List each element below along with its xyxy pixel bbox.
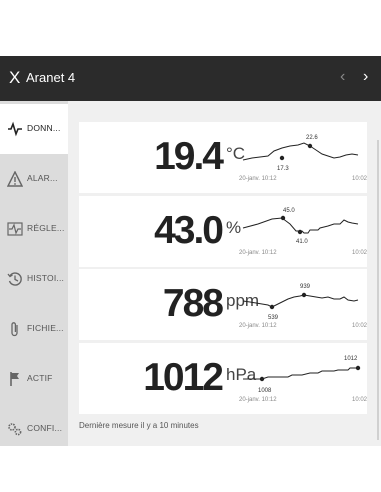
previous-button[interactable]: ‹ [340,68,345,86]
humidity-card[interactable]: 43.0 % 45.0 41.0 20-janv. 10:12 10:02 [79,196,367,267]
paperclip-icon [7,321,23,337]
sidebar: DONN... ALAR... RÉGLE... HISTOI... FICHI… [0,101,68,446]
co2-time-start: 20-janv. 10:12 [239,323,277,329]
sidebar-item-history[interactable]: HISTOI... [0,254,68,304]
temperature-max-label: 22.6 [306,135,318,141]
pressure-min-label: 1008 [258,388,272,394]
temperature-card[interactable]: 19.4 °C 17.3 22.6 20-janv. 10:12 10:02 [79,122,367,193]
next-button[interactable]: › [363,68,368,86]
pressure-card[interactable]: 1012 hPa 1008 1012 20-janv. 10:12 10:02 [79,343,367,414]
pressure-time-end: 10:02 [352,397,367,403]
pressure-max-label: 1012 [344,356,358,362]
close-button[interactable]: X [9,68,20,88]
gears-icon [7,421,23,437]
sidebar-item-label: ALAR... [27,173,58,183]
settings-pulse-icon [7,221,23,237]
warning-icon [7,171,23,187]
temperature-time-end: 10:02 [352,176,367,182]
sidebar-item-label: FICHIE... [27,323,64,333]
temperature-time-start: 20-janv. 10:12 [239,176,277,182]
humidity-max-label: 45.0 [283,208,295,214]
sidebar-item-label: HISTOI... [27,273,64,283]
sidebar-item-files[interactable]: FICHIE... [0,304,68,354]
readings-panel: 19.4 °C 17.3 22.6 20-janv. 10:12 10:02 4… [68,101,381,446]
temperature-min-label: 17.3 [277,166,289,172]
last-measure-status: Dernière mesure il y a 10 minutes [79,421,199,430]
history-icon [7,271,23,287]
sidebar-item-label: ACTIF [27,373,53,383]
pressure-time-start: 20-janv. 10:12 [239,397,277,403]
sidebar-item-data[interactable]: DONN... [0,104,68,154]
humidity-time-end: 10:02 [352,250,367,256]
sidebar-item-label: DONN... [27,123,61,133]
flag-icon [7,371,23,387]
pulse-icon [7,121,23,137]
sidebar-item-label: CONFI... [27,423,62,433]
title-bar: X Aranet 4 ‹ › [0,56,381,101]
co2-max-label: 939 [300,284,311,290]
co2-time-end: 10:02 [352,323,367,329]
co2-value: 788 [163,284,222,324]
humidity-time-start: 20-janv. 10:12 [239,250,277,256]
scrollbar[interactable] [377,140,379,440]
humidity-value: 43.0 [154,211,222,251]
co2-min-label: 539 [268,315,279,321]
sidebar-item-alarms[interactable]: ALAR... [0,154,68,204]
sidebar-item-settings[interactable]: RÉGLE... [0,204,68,254]
sidebar-item-label: RÉGLE... [27,223,65,233]
sidebar-item-config[interactable]: CONFI... [0,404,68,446]
sidebar-item-active[interactable]: ACTIF [0,354,68,404]
window-title: Aranet 4 [26,70,75,85]
co2-card[interactable]: 788 ppm 539 939 20-janv. 10:12 10:02 [79,269,367,340]
temperature-value: 19.4 [154,137,222,177]
pressure-value: 1012 [143,358,222,398]
humidity-min-label: 41.0 [296,239,308,245]
